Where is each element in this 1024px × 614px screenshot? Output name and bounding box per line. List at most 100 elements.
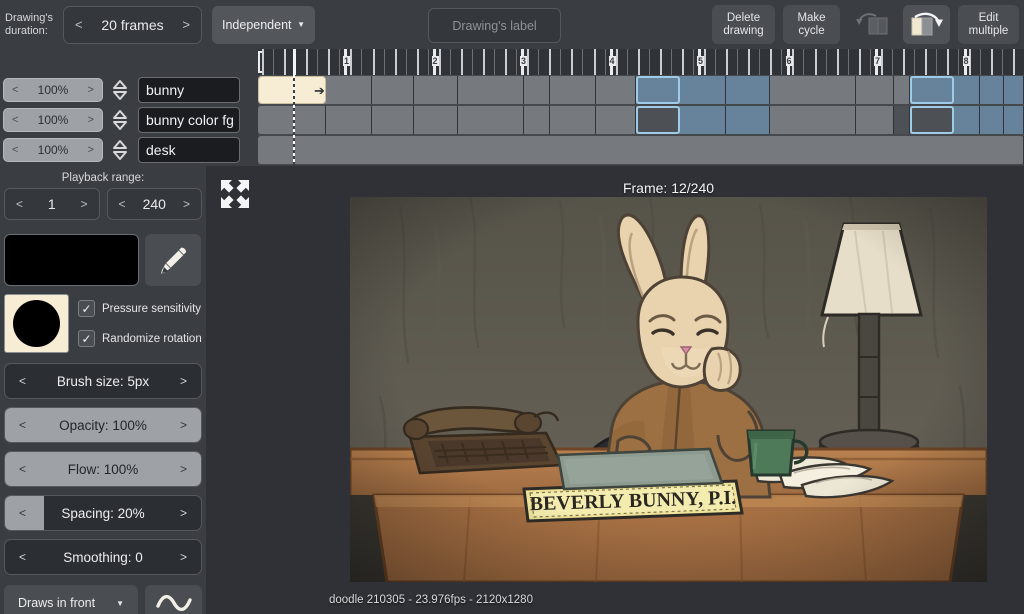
layer-opacity-next[interactable]: >	[88, 114, 94, 126]
timeline-clip[interactable]	[550, 76, 596, 104]
layer-row[interactable]: <100% > desk	[0, 135, 258, 165]
slider-brush-size[interactable]: < Brush size: 5px >	[4, 363, 202, 399]
timeline-clip-selected[interactable]	[636, 76, 680, 104]
timeline-clip[interactable]	[1004, 106, 1024, 134]
onion-skin-next-icon[interactable]	[903, 5, 950, 44]
eyedropper-icon[interactable]	[145, 234, 201, 286]
timeline-clip[interactable]	[326, 76, 372, 104]
timeline-ruler[interactable]: 1 2 3 4 5 6 7 8	[258, 49, 1024, 75]
timeline-clip[interactable]	[680, 106, 726, 134]
slider-increase-button[interactable]: >	[180, 550, 187, 564]
playback-start-stepper[interactable]: < 1 >	[4, 188, 100, 220]
timeline-clip[interactable]	[980, 76, 1004, 104]
layer-opacity-prev[interactable]: <	[12, 114, 18, 126]
draw-order-dropdown[interactable]: Draws in front ▼	[4, 585, 138, 614]
timeline-clip[interactable]	[596, 106, 636, 134]
artboard[interactable]: BEVERLY BUNNY, P.I.	[350, 197, 987, 582]
timeline-clip[interactable]	[856, 76, 894, 104]
layer-opacity-prev[interactable]: <	[12, 84, 18, 96]
playback-end-next[interactable]: >	[183, 197, 190, 211]
make-cycle-button[interactable]: Make cycle	[783, 5, 840, 44]
layer-opacity-next[interactable]: >	[88, 84, 94, 96]
layer-reorder-arrows-icon[interactable]	[108, 107, 132, 133]
timeline-clip[interactable]	[954, 76, 980, 104]
drawing-duration-stepper[interactable]: < 20 frames >	[63, 5, 202, 44]
slider-spacing[interactable]: < Spacing: 20% >	[4, 495, 202, 531]
slider-increase-button[interactable]: >	[180, 506, 187, 520]
checkbox-box[interactable]: ✓	[78, 330, 95, 347]
duration-next-button[interactable]: >	[182, 17, 190, 32]
timing-mode-dropdown[interactable]: Independent ▼	[212, 5, 315, 44]
timeline-clip[interactable]	[372, 106, 414, 134]
layer-row[interactable]: <100% > bunny	[0, 75, 258, 105]
layer-name-input[interactable]: bunny color fg	[138, 107, 240, 133]
timeline-clip[interactable]	[524, 106, 550, 134]
timeline-clip[interactable]	[326, 106, 372, 134]
timeline-clip[interactable]	[550, 106, 596, 134]
layer-opacity-stepper[interactable]: <100% >	[3, 78, 103, 102]
timeline-clip[interactable]	[726, 106, 770, 134]
slider-increase-button[interactable]: >	[180, 374, 187, 388]
slider-decrease-button[interactable]: <	[19, 462, 26, 476]
checkbox-box[interactable]: ✓	[78, 300, 95, 317]
clip-extend-handle[interactable]: ➔	[314, 84, 325, 97]
timeline-clip[interactable]	[856, 106, 894, 134]
timeline-clip[interactable]	[770, 76, 856, 104]
timeline-clip[interactable]	[414, 76, 458, 104]
timeline-clip[interactable]	[414, 106, 458, 134]
layer-opacity-next[interactable]: >	[88, 144, 94, 156]
timeline-clip[interactable]	[1004, 76, 1024, 104]
slider-decrease-button[interactable]: <	[19, 550, 26, 564]
layer-opacity-stepper[interactable]: <100% >	[3, 108, 103, 132]
playback-end-prev[interactable]: <	[119, 197, 126, 211]
layer-name-input[interactable]: desk	[138, 137, 240, 163]
layer-reorder-arrows-icon[interactable]	[108, 137, 132, 163]
slider-opacity[interactable]: < Opacity: 100% >	[4, 407, 202, 443]
timeline-clip[interactable]	[770, 106, 856, 134]
timeline-track[interactable]	[258, 136, 1024, 164]
onion-skin-previous-icon[interactable]	[848, 5, 895, 44]
brush-preview[interactable]	[4, 294, 69, 353]
fullscreen-expand-icon[interactable]	[215, 174, 255, 214]
slider-increase-button[interactable]: >	[180, 462, 187, 476]
timeline-track[interactable]	[258, 76, 1024, 104]
slider-decrease-button[interactable]: <	[19, 506, 26, 520]
timeline-clip-selected[interactable]	[910, 106, 954, 134]
slider-decrease-button[interactable]: <	[19, 418, 26, 432]
timeline-clip-selected[interactable]	[636, 106, 680, 134]
slider-flow[interactable]: < Flow: 100% >	[4, 451, 202, 487]
color-swatch[interactable]	[4, 234, 139, 286]
checkbox-randomize-rotation[interactable]: ✓ Randomize rotation	[78, 330, 202, 347]
timeline-clip[interactable]	[726, 76, 770, 104]
ruler-playhead[interactable]	[293, 49, 296, 75]
checkbox-pressure-sensitivity[interactable]: ✓ Pressure sensitivity	[78, 300, 202, 317]
timeline-tracks[interactable]: ➔	[258, 75, 1024, 165]
timeline-clip[interactable]	[258, 106, 326, 134]
timeline-clip[interactable]	[372, 76, 414, 104]
timeline-playhead[interactable]	[293, 75, 295, 165]
delete-drawing-button[interactable]: Delete drawing	[712, 5, 775, 44]
playback-start-prev[interactable]: <	[16, 197, 23, 211]
layer-row[interactable]: <100% > bunny color fg	[0, 105, 258, 135]
canvas-viewport[interactable]: Frame: 12/240 doodle 210305 - 23.976fps …	[313, 166, 1024, 614]
timeline-clip[interactable]	[954, 106, 980, 134]
timeline-clip[interactable]	[524, 76, 550, 104]
timeline-clip[interactable]	[680, 76, 726, 104]
slider-increase-button[interactable]: >	[180, 418, 187, 432]
drawing-label-input[interactable]: Drawing's label	[428, 8, 561, 43]
timeline-clip[interactable]	[980, 106, 1004, 134]
timeline-clip[interactable]	[458, 76, 524, 104]
slider-decrease-button[interactable]: <	[19, 374, 26, 388]
layer-reorder-arrows-icon[interactable]	[108, 77, 132, 103]
layer-opacity-prev[interactable]: <	[12, 144, 18, 156]
playback-start-next[interactable]: >	[80, 197, 87, 211]
slider-smoothing[interactable]: < Smoothing: 0 >	[4, 539, 202, 575]
timeline-clip[interactable]	[894, 106, 910, 134]
timeline-track[interactable]	[258, 106, 1024, 134]
playback-end-stepper[interactable]: < 240 >	[106, 188, 202, 220]
timeline-clip[interactable]	[596, 76, 636, 104]
layer-name-input[interactable]: bunny	[138, 77, 240, 103]
edit-multiple-button[interactable]: Edit multiple	[958, 5, 1019, 44]
timeline-clip-selected[interactable]	[910, 76, 954, 104]
wave-smoothing-icon[interactable]	[145, 585, 202, 614]
